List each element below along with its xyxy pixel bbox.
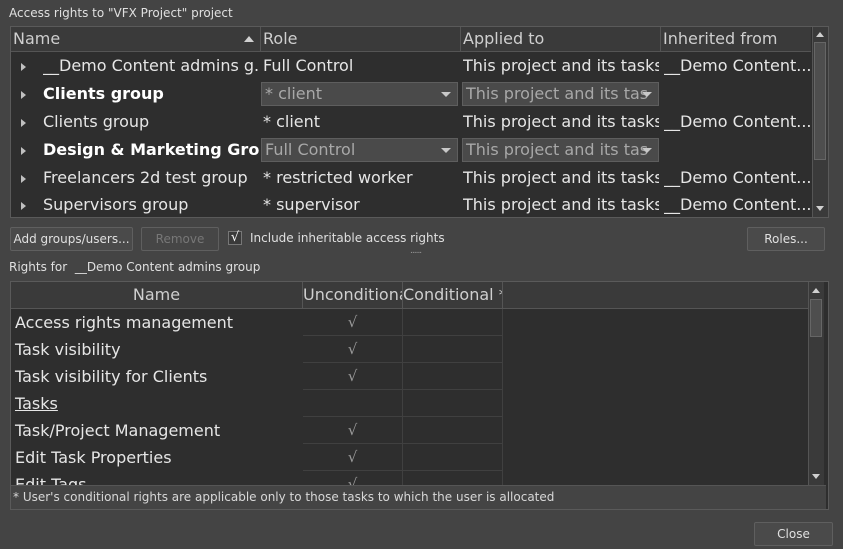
roles-button[interactable]: Roles... <box>747 227 825 251</box>
groups-table-header: Name Role Applied to Inherited from <box>11 27 811 52</box>
conditional-check[interactable] <box>403 363 503 390</box>
table-row[interactable]: __Demo Content admins g... Full Control … <box>11 52 811 80</box>
right-name: Edit Task Properties <box>15 448 172 467</box>
unconditional-check[interactable]: √ <box>303 363 403 390</box>
unconditional-check[interactable]: √ <box>303 471 403 485</box>
right-name: Task visibility <box>15 340 121 359</box>
group-name: Design & Marketing Grou <box>43 140 259 159</box>
close-button[interactable]: Close <box>754 522 833 546</box>
role-select[interactable]: * client <box>261 82 458 106</box>
column-header-unconditional[interactable]: Unconditional <box>303 282 403 308</box>
right-category-tasks: Tasks <box>15 394 58 413</box>
group-name: __Demo Content admins g... <box>43 56 259 75</box>
group-inherited-from: __Demo Content... <box>664 56 811 75</box>
table-row[interactable]: Task visibility √ <box>11 336 811 363</box>
rights-table-header: Name Unconditional Conditional * <box>11 282 811 309</box>
unconditional-check[interactable]: √ <box>303 336 403 363</box>
rights-rows: Access rights management √ Task visibili… <box>11 309 811 485</box>
scroll-down-icon[interactable] <box>813 201 827 215</box>
group-role: * client <box>263 112 321 131</box>
expand-arrow-icon[interactable] <box>21 63 26 71</box>
right-name: Task visibility for Clients <box>15 367 208 386</box>
group-applied-to: This project and its tasks <box>463 56 659 75</box>
table-row[interactable]: Design & Marketing Grou Full Control Thi… <box>11 136 811 164</box>
unconditional-check[interactable]: √ <box>303 309 403 336</box>
column-header-conditional[interactable]: Conditional * <box>403 282 503 308</box>
table-row[interactable]: Access rights management √ <box>11 309 811 336</box>
footnote: * User's conditional rights are applicab… <box>13 490 555 504</box>
column-header-right-name[interactable]: Name <box>11 282 303 308</box>
expand-arrow-icon[interactable] <box>21 175 26 183</box>
groups-scrollbar[interactable] <box>812 27 828 217</box>
group-applied-to: This project and its tasks <box>463 112 659 131</box>
group-role: * supervisor <box>263 195 360 214</box>
table-row[interactable]: Edit Task Properties √ <box>11 444 811 471</box>
table-row[interactable]: Supervisors group * supervisor This proj… <box>11 191 811 217</box>
scrollbar-thumb[interactable] <box>810 299 822 337</box>
table-row[interactable]: Task/Project Management √ <box>11 417 811 444</box>
chevron-down-icon <box>642 92 652 97</box>
unconditional-check[interactable]: √ <box>303 417 403 444</box>
scroll-up-icon[interactable] <box>809 283 823 297</box>
group-applied-to: This project and its tasks <box>463 195 659 214</box>
role-select[interactable]: Full Control <box>261 138 458 162</box>
sort-ascending-icon <box>244 36 254 42</box>
chevron-down-icon <box>441 92 451 97</box>
group-inherited-from: __Demo Content... <box>664 195 811 214</box>
group-inherited-from: __Demo Content... <box>664 112 811 131</box>
unconditional-check[interactable] <box>303 390 403 417</box>
column-header-name[interactable]: Name <box>11 27 261 51</box>
rights-table: Name Unconditional Conditional * Access … <box>10 281 829 510</box>
rights-scrollbar[interactable] <box>808 282 824 485</box>
applied-to-select[interactable]: This project and its tas <box>462 82 659 106</box>
table-row[interactable]: Task visibility for Clients √ <box>11 363 811 390</box>
applied-to-select[interactable]: This project and its tas <box>462 138 659 162</box>
group-name: Clients group <box>43 112 150 131</box>
expand-arrow-icon[interactable] <box>21 202 26 210</box>
column-header-role[interactable]: Role <box>261 27 461 51</box>
group-name: Supervisors group <box>43 195 189 214</box>
table-row[interactable]: Edit Tags √ <box>11 471 811 485</box>
chevron-down-icon <box>642 148 652 153</box>
conditional-check[interactable] <box>403 309 503 336</box>
right-name: Task/Project Management <box>15 421 221 440</box>
scroll-down-icon[interactable] <box>809 469 823 483</box>
right-name: Access rights management <box>15 313 234 332</box>
conditional-check[interactable] <box>403 417 503 444</box>
expand-arrow-icon[interactable] <box>21 147 26 155</box>
splitter-handle[interactable]: ...... <box>410 246 422 256</box>
right-name: Edit Tags <box>15 475 87 485</box>
group-name: Clients group <box>43 84 164 103</box>
table-row[interactable]: Freelancers 2d test group * restricted w… <box>11 164 811 192</box>
include-inheritable-checkbox[interactable]: √ <box>228 231 242 245</box>
expand-arrow-icon[interactable] <box>21 119 26 127</box>
groups-table: Name Role Applied to Inherited from __De… <box>10 26 829 218</box>
conditional-check[interactable] <box>403 444 503 471</box>
scrollbar-thumb[interactable] <box>814 42 826 160</box>
table-row[interactable]: Clients group * client This project and … <box>11 108 811 136</box>
group-inherited-from: __Demo Content... <box>664 168 811 187</box>
add-groups-button[interactable]: Add groups/users... <box>10 227 133 251</box>
rights-title: Rights for __Demo Content admins group <box>9 260 261 274</box>
table-row[interactable]: Clients group * client This project and … <box>11 80 811 108</box>
chevron-down-icon <box>441 148 451 153</box>
table-row[interactable]: Tasks <box>11 390 811 417</box>
group-applied-to: This project and its tasks <box>463 168 659 187</box>
column-header-applied-to[interactable]: Applied to <box>461 27 661 51</box>
group-role: Full Control <box>263 56 354 75</box>
group-name: Freelancers 2d test group <box>43 168 248 187</box>
unconditional-check[interactable]: √ <box>303 444 403 471</box>
footnote-bar: * User's conditional rights are applicab… <box>11 485 826 509</box>
column-header-inherited-from[interactable]: Inherited from <box>661 27 811 51</box>
conditional-check[interactable] <box>403 390 503 417</box>
group-role: * restricted worker <box>263 168 413 187</box>
include-inheritable-label: Include inheritable access rights <box>250 231 445 245</box>
scroll-up-icon[interactable] <box>813 27 827 41</box>
conditional-check[interactable] <box>403 471 503 485</box>
section-title: Access rights to "VFX Project" project <box>9 6 233 20</box>
remove-button[interactable]: Remove <box>141 227 219 251</box>
conditional-check[interactable] <box>403 336 503 363</box>
expand-arrow-icon[interactable] <box>21 91 26 99</box>
